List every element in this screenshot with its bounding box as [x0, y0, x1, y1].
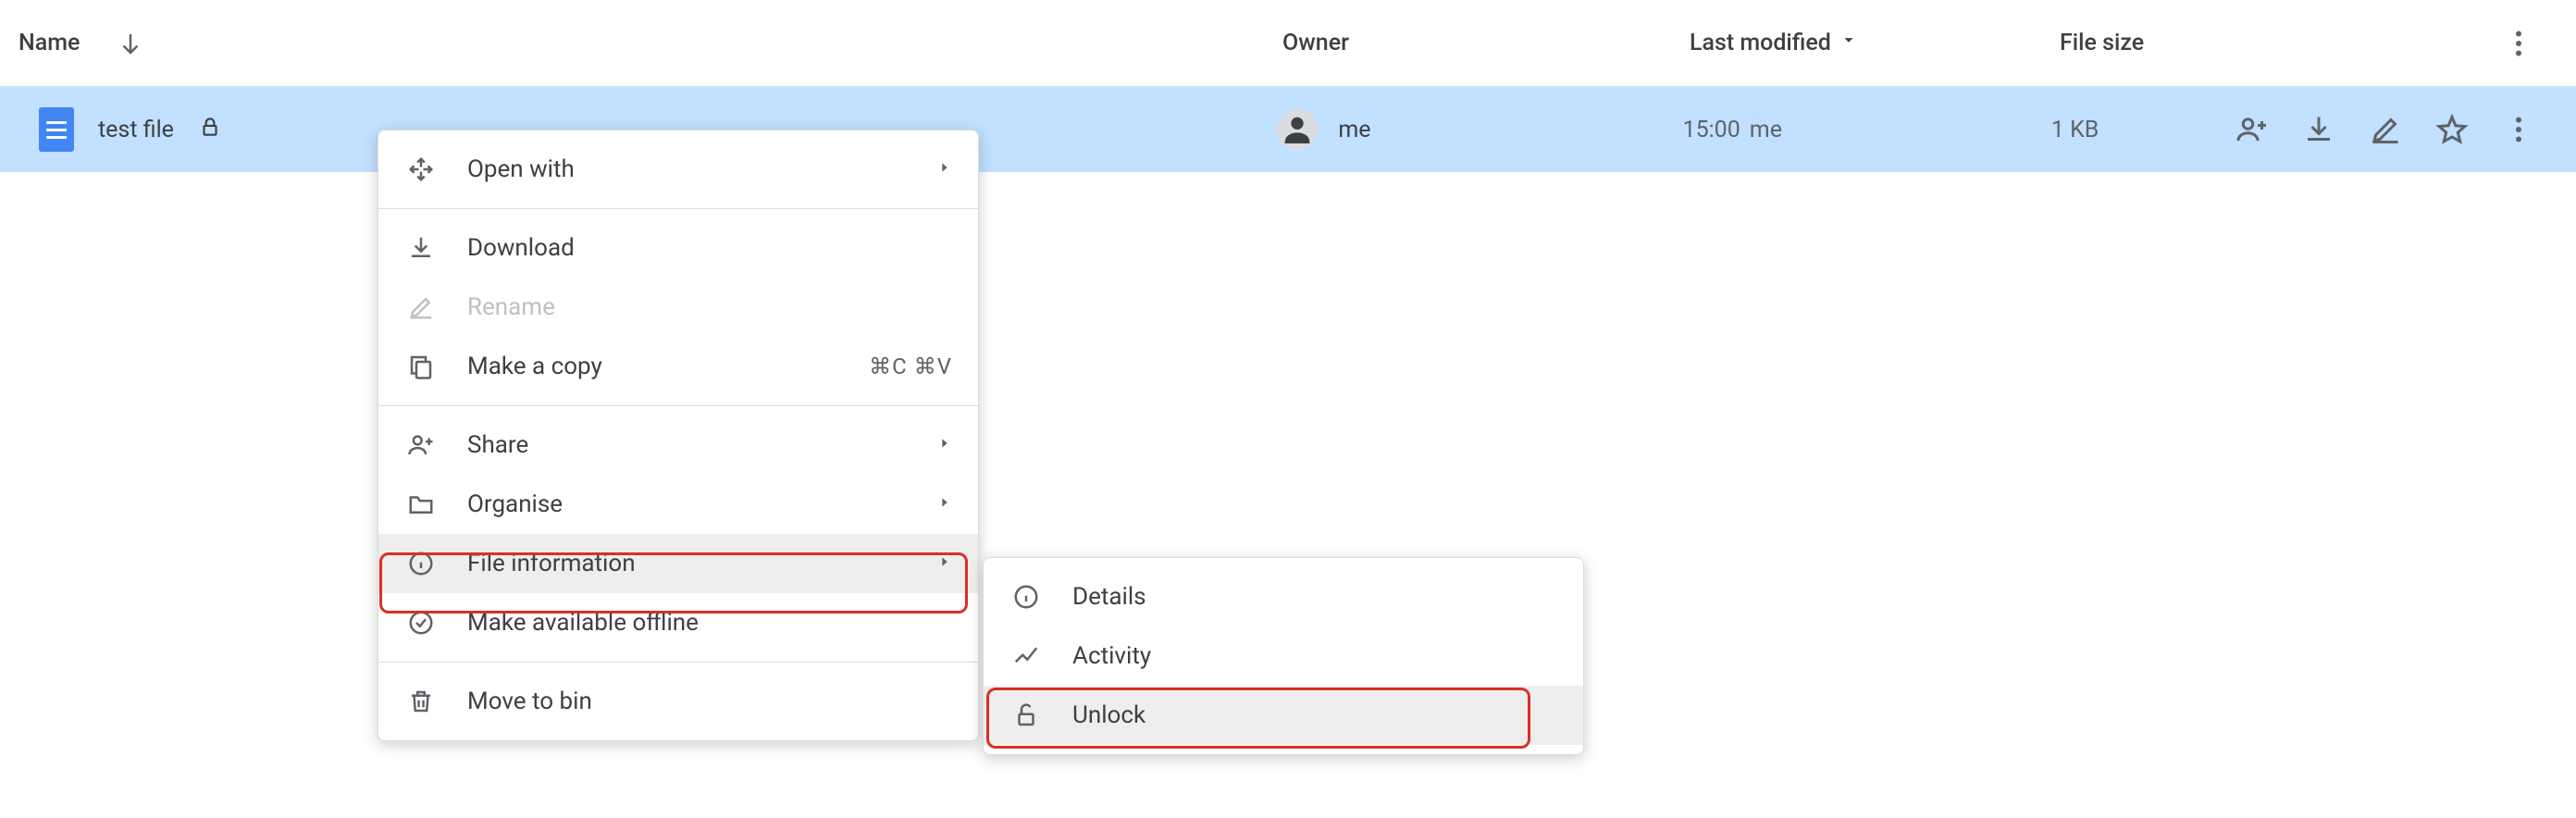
- activity-icon: [1009, 642, 1043, 670]
- download-icon[interactable]: [2302, 113, 2335, 146]
- menu-move-to-bin[interactable]: Move to bin: [378, 672, 978, 731]
- share-person-icon[interactable]: [2235, 113, 2269, 146]
- menu-open-with[interactable]: Open with: [378, 140, 978, 199]
- header-name[interactable]: Name: [19, 30, 80, 56]
- menu-rename: Rename: [378, 278, 978, 337]
- menu-make-copy[interactable]: Make a copy ⌘C ⌘V: [378, 337, 978, 396]
- header-modified[interactable]: Last modified: [1690, 30, 1831, 56]
- copy-shortcut: ⌘C ⌘V: [869, 353, 952, 379]
- open-with-icon: [404, 155, 438, 183]
- info-icon: [1009, 583, 1043, 611]
- chevron-right-icon: [937, 160, 952, 180]
- file-size: 1 KB: [2051, 117, 2099, 143]
- row-more-vertical-icon[interactable]: [2502, 113, 2535, 146]
- bin-icon: [404, 688, 438, 715]
- more-vertical-icon[interactable]: [2502, 27, 2535, 60]
- chevron-right-icon: [937, 436, 952, 455]
- menu-separator: [378, 208, 978, 209]
- modified-by: me: [1750, 117, 1782, 143]
- star-icon[interactable]: [2435, 113, 2469, 146]
- google-doc-icon: [39, 107, 74, 152]
- copy-icon: [404, 353, 438, 380]
- menu-separator: [378, 405, 978, 406]
- header-owner[interactable]: Owner: [1282, 30, 1349, 56]
- edit-pencil-icon[interactable]: [2369, 113, 2402, 146]
- modified-time: 15:00: [1683, 117, 1740, 143]
- header-size[interactable]: File size: [2060, 30, 2144, 56]
- rename-pencil-icon: [404, 293, 438, 321]
- highlight-file-information: [379, 552, 968, 614]
- menu-organise[interactable]: Organise: [378, 475, 978, 534]
- submenu-activity[interactable]: Activity: [984, 626, 1583, 686]
- submenu-details[interactable]: Details: [984, 567, 1583, 626]
- chevron-right-icon: [937, 495, 952, 514]
- folder-icon: [404, 490, 438, 518]
- share-icon: [404, 431, 438, 459]
- highlight-unlock: [986, 688, 1530, 749]
- avatar-icon: [1277, 109, 1318, 150]
- menu-download[interactable]: Download: [378, 218, 978, 278]
- lock-icon: [198, 115, 222, 145]
- table-header: Name Owner Last modified File size: [0, 0, 2576, 87]
- file-name: test file: [98, 117, 174, 143]
- menu-share[interactable]: Share: [378, 415, 978, 475]
- context-menu: Open with Download Rename Make a copy ⌘C…: [378, 130, 979, 741]
- dropdown-triangle-icon[interactable]: [1839, 30, 1859, 56]
- menu-separator: [378, 662, 978, 663]
- owner-text: me: [1338, 117, 1370, 143]
- sort-arrow-down-icon[interactable]: [117, 30, 144, 57]
- download-icon: [404, 234, 438, 262]
